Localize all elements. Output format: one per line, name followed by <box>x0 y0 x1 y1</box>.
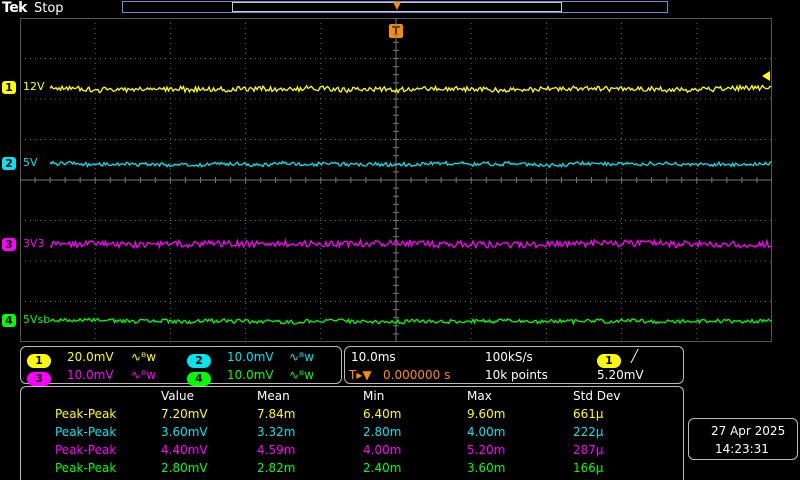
meas-name: Peak-Peak <box>55 461 117 475</box>
meas-min: 2.80m <box>363 425 402 439</box>
ch4-badge[interactable]: 4 <box>187 372 211 386</box>
datetime-box: 27 Apr 2025 14:23:31 <box>688 418 798 460</box>
ch2-badge[interactable]: 2 <box>187 354 211 368</box>
meas-value: 2.80mV <box>161 461 208 475</box>
meas-min: 4.00m <box>363 443 402 457</box>
meas-name: Peak-Peak <box>55 443 117 457</box>
timebase-panel[interactable]: 10.0ms 100kS/s 1 ╱ T▸▼ 0.000000 s 10k po… <box>344 346 684 384</box>
horizontal-offset: 0.000000 s <box>383 368 451 382</box>
horizontal-offset-icon: T▸▼ <box>349 368 372 382</box>
trigger-slope-icon: ╱ <box>631 349 639 363</box>
header-max: Max <box>467 389 492 403</box>
meas-std: 166µ <box>573 461 604 475</box>
ch4-label: 5Vsb <box>23 313 51 326</box>
ch2-label: 5V <box>23 156 38 169</box>
trigger-level: 5.20mV <box>597 368 644 382</box>
meas-min: 6.40m <box>363 407 402 421</box>
ch3-trace <box>49 237 772 250</box>
ch3-bw-icon: ∿ᴮw <box>131 368 157 382</box>
meas-max: 5.20m <box>467 443 506 457</box>
header-min: Min <box>363 389 385 403</box>
meas-mean: 7.84m <box>257 407 296 421</box>
meas-ch3-badge: 3 <box>35 444 43 457</box>
ch2-bw-icon: ∿ᴮw <box>289 350 315 364</box>
ch1-bw-icon: ∿ᴮw <box>131 350 157 364</box>
ch3-label: 3V3 <box>23 237 45 250</box>
ch2-marker[interactable]: 2 <box>2 157 16 170</box>
trigger-level-icon[interactable] <box>760 70 772 82</box>
trigger-position-icon <box>393 2 401 10</box>
ch1-marker[interactable]: 1 <box>2 81 16 94</box>
top-status-bar: Tek Stop <box>0 0 800 18</box>
time-text: 14:23:31 <box>715 442 769 456</box>
trigger-source-badge[interactable]: 1 <box>597 354 621 368</box>
meas-std: 287µ <box>573 443 604 457</box>
measurement-row[interactable]: 2 Peak-Peak 3.60mV 3.32m 2.80m 4.00m 222… <box>21 425 681 441</box>
waveform-graticule[interactable] <box>20 18 772 342</box>
meas-max: 4.00m <box>467 425 506 439</box>
record-points: 10k points <box>485 368 548 382</box>
ch3-scale: 10.0mV <box>67 368 114 382</box>
acquisition-state: Stop <box>34 1 64 16</box>
meas-min: 2.40m <box>363 461 402 475</box>
ch2-trace <box>49 160 772 169</box>
meas-ch1-badge: 1 <box>35 408 43 421</box>
meas-max: 3.60m <box>467 461 506 475</box>
ch2-scale: 10.0mV <box>227 350 274 364</box>
ch1-scale: 20.0mV <box>67 350 114 364</box>
ch1-trace <box>49 83 772 95</box>
ch4-bw-icon: ∿ᴮw <box>289 368 315 382</box>
measurement-row[interactable]: 1 Peak-Peak 7.20mV 7.84m 6.40m 9.60m 661… <box>21 407 681 423</box>
channel-scale-panel[interactable]: 1 20.0mV ∿ᴮw 2 10.0mV ∿ᴮw 3 10.0mV ∿ᴮw 4… <box>20 346 342 386</box>
ch3-badge[interactable]: 3 <box>27 372 51 386</box>
ch1-label: 12V <box>23 80 45 93</box>
meas-name: Peak-Peak <box>55 425 117 439</box>
measurements-panel[interactable]: Value Mean Min Max Std Dev 1 Peak-Peak 7… <box>20 386 684 480</box>
meas-value: 7.20mV <box>161 407 208 421</box>
ch3-marker[interactable]: 3 <box>2 238 16 251</box>
header-value: Value <box>161 389 194 403</box>
ch1-badge[interactable]: 1 <box>27 354 51 368</box>
meas-name: Peak-Peak <box>55 407 117 421</box>
meas-ch4-badge: 4 <box>35 462 43 475</box>
sample-rate: 100kS/s <box>485 350 533 364</box>
meas-ch2-badge: 2 <box>35 426 43 439</box>
graticule-lines <box>20 18 772 342</box>
measurement-row[interactable]: 4 Peak-Peak 2.80mV 2.82m 2.40m 3.60m 166… <box>21 461 681 477</box>
ch4-marker[interactable]: 4 <box>2 314 16 327</box>
ch4-scale: 10.0mV <box>227 368 274 382</box>
meas-mean: 4.59m <box>257 443 296 457</box>
header-stddev: Std Dev <box>573 389 621 403</box>
meas-std: 222µ <box>573 425 604 439</box>
header-mean: Mean <box>257 389 290 403</box>
meas-mean: 3.32m <box>257 425 296 439</box>
meas-value: 4.40mV <box>161 443 208 457</box>
brand-logo: Tek <box>2 0 28 16</box>
meas-mean: 2.82m <box>257 461 296 475</box>
waveforms <box>49 83 772 326</box>
meas-std: 661µ <box>573 407 604 421</box>
measurement-row[interactable]: 3 Peak-Peak 4.40mV 4.59m 4.00m 5.20m 287… <box>21 443 681 459</box>
measurements-header: Value Mean Min Max Std Dev <box>21 389 681 405</box>
meas-value: 3.60mV <box>161 425 208 439</box>
time-scale: 10.0ms <box>351 350 396 364</box>
meas-max: 9.60m <box>467 407 506 421</box>
date-text: 27 Apr 2025 <box>711 424 786 438</box>
ch4-trace <box>49 317 772 326</box>
